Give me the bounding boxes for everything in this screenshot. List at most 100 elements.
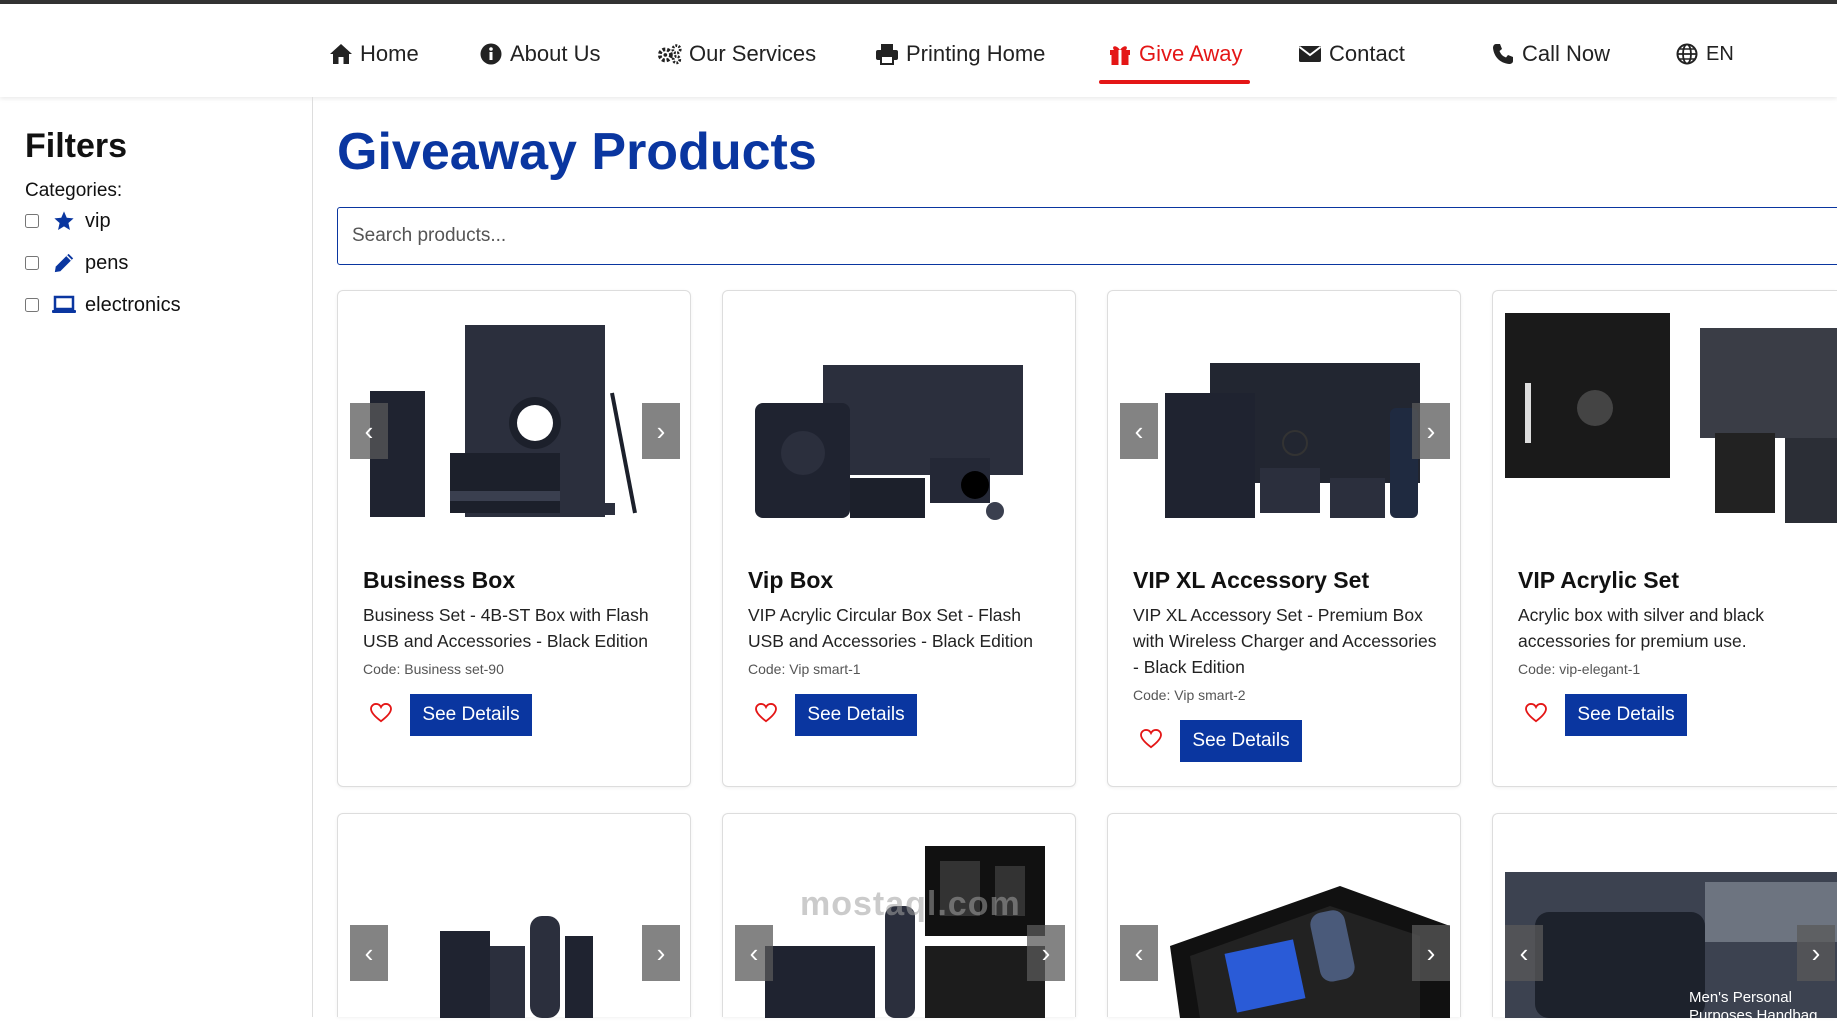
filters-sidebar: Filters Categories: vip pens electronics [0,97,313,1017]
category-label-electronics: electronics [85,293,181,316]
nav-printing[interactable]: Printing Home [874,34,1045,74]
nav-services[interactable]: Our Services [657,34,816,74]
laptop-icon [51,292,77,318]
nav-call[interactable]: Call Now [1490,34,1610,74]
product-name: Business Box [363,567,516,593]
nav-contact-label: Contact [1329,41,1405,66]
product-code: Code: Vip smart-1 [748,661,861,677]
printer-icon [874,41,900,67]
product-code: Code: Vip smart-2 [1133,687,1246,703]
favorite-button[interactable] [368,702,394,728]
product-image-caption: Men's Personal Purposes Handbag [1689,989,1818,1024]
chevron-left-icon: ‹ [1134,415,1144,446]
star-icon [51,208,77,234]
carousel-prev-button[interactable]: ‹ [1120,403,1158,459]
nav-giveaway-label: Give Away [1139,41,1243,66]
carousel-next-button[interactable]: › [1412,925,1450,981]
chevron-right-icon: › [656,937,666,968]
carousel-prev-button[interactable]: ‹ [350,925,388,981]
phone-icon [1490,41,1516,67]
active-tab-indicator [1099,80,1250,84]
favorite-button[interactable] [753,702,779,728]
category-filter-vip[interactable]: vip [25,206,111,236]
category-label-pens: pens [85,251,129,274]
chevron-right-icon: › [1041,937,1051,968]
product-description: Acrylic box with silver and black access… [1518,605,1765,651]
chevron-right-icon: › [1811,937,1821,968]
product-image [1120,313,1450,528]
product-description: VIP Acrylic Circular Box Set - Flash USB… [748,605,1033,651]
chevron-left-icon: ‹ [1134,937,1144,968]
chevron-left-icon: ‹ [1519,937,1529,968]
favorite-button[interactable] [1138,728,1164,754]
chevron-right-icon: › [656,415,666,446]
category-checkbox-electronics[interactable] [25,298,39,312]
product-name: Vip Box [748,567,834,593]
nav-contact[interactable]: Contact [1297,34,1405,74]
heart-icon [1525,702,1547,728]
product-code: Code: Business set-90 [363,661,504,677]
product-card: Vip Box VIP Acrylic Circular Box Set - F… [722,290,1076,787]
carousel-prev-button[interactable]: ‹ [350,403,388,459]
home-icon [328,41,354,67]
language-switcher[interactable]: EN [1674,34,1734,74]
nav-home-label: Home [360,41,419,66]
nav-about[interactable]: About Us [478,34,601,74]
chevron-left-icon: ‹ [364,937,374,968]
category-filter-electronics[interactable]: electronics [25,290,181,320]
product-name: VIP XL Accessory Set [1133,567,1370,593]
chevron-left-icon: ‹ [749,937,759,968]
nav-home[interactable]: Home [328,34,419,74]
language-label: EN [1706,42,1734,65]
carousel-next-button[interactable]: › [1797,925,1835,981]
category-checkbox-vip[interactable] [25,214,39,228]
envelope-icon [1297,41,1323,67]
product-card: ‹ › VIP XL Accessory Set VIP XL Accessor… [1107,290,1461,787]
see-details-button[interactable]: See Details [1565,694,1687,736]
product-description: VIP XL Accessory Set - Premium Box with … [1133,605,1437,677]
favorite-button[interactable] [1523,702,1549,728]
product-name: VIP Acrylic Set [1518,567,1680,593]
heart-icon [370,702,392,728]
carousel-next-button[interactable]: › [642,925,680,981]
product-image [1505,313,1837,528]
nav-services-label: Our Services [689,41,817,66]
carousel-prev-button[interactable]: ‹ [1120,925,1158,981]
product-image [350,836,680,1018]
product-code: Code: vip-elegant-1 [1518,661,1641,677]
pen-icon [51,250,77,276]
see-details-button[interactable]: See Details [795,694,917,736]
product-card: ‹ › [1107,813,1461,1018]
product-card: Men's Personal Purposes Handbag ‹ › [1492,813,1837,1024]
nav-call-label: Call Now [1522,41,1611,66]
gift-icon [1107,41,1133,67]
chevron-left-icon: ‹ [364,415,374,446]
search-input[interactable] [337,207,1837,265]
heart-icon [1140,728,1162,754]
gears-icon [657,41,683,67]
page-title: Giveaway Products [337,123,817,181]
category-checkbox-pens[interactable] [25,256,39,270]
see-details-button[interactable]: See Details [410,694,532,736]
carousel-next-button[interactable]: › [642,403,680,459]
carousel-prev-button[interactable]: ‹ [1505,925,1543,981]
chevron-right-icon: › [1426,415,1436,446]
product-image [350,313,680,528]
carousel-prev-button[interactable]: ‹ [735,925,773,981]
filters-title: Filters [25,127,128,165]
globe-icon [1674,41,1700,67]
chevron-right-icon: › [1426,937,1436,968]
product-description: Business Set - 4B-ST Box with Flash USB … [363,605,649,651]
see-details-button[interactable]: See Details [1180,720,1302,762]
carousel-next-button[interactable]: › [1027,925,1065,981]
product-card: VIP Acrylic Set Acrylic box with silver … [1492,290,1837,787]
heart-icon [755,702,777,728]
nav-giveaway[interactable]: Give Away [1107,34,1243,74]
main-navbar: Home About Us Our Services Printing Home… [0,4,1837,97]
category-label-vip: vip [85,209,111,232]
nav-about-label: About Us [510,41,601,66]
product-card: ‹ › Business Box Business Set - 4B-ST Bo… [337,290,691,787]
product-card: ‹ › [337,813,691,1018]
category-filter-pens[interactable]: pens [25,248,128,278]
carousel-next-button[interactable]: › [1412,403,1450,459]
